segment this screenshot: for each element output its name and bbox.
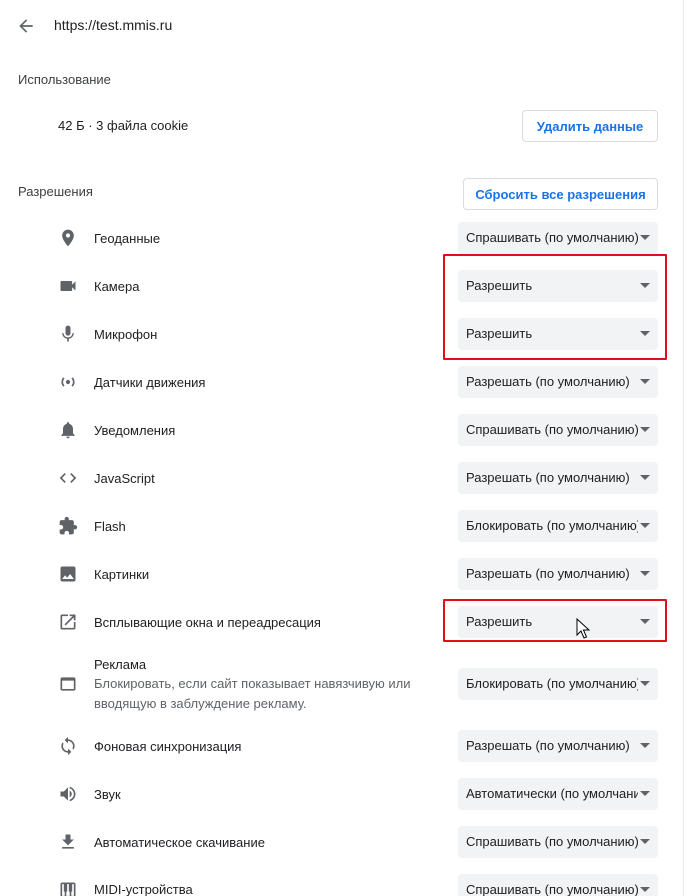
permission-label: MIDI-устройства — [94, 882, 193, 896]
volume-icon — [58, 784, 78, 804]
select-value: Спрашивать (по умолчанию) — [466, 422, 638, 437]
download-icon — [58, 832, 78, 852]
permission-select-flash[interactable]: Блокировать (по умолчанию) — [458, 510, 658, 542]
select-value: Блокировать (по умолчанию) — [466, 676, 638, 691]
usage-summary: 42 Б · 3 файла cookie — [58, 118, 189, 133]
permission-select-background-sync[interactable]: Разрешать (по умолчанию) — [458, 730, 658, 762]
permission-row-ads: Реклама Блокировать, если сайт показывае… — [0, 654, 687, 714]
dropdown-caret-icon — [640, 475, 650, 480]
dropdown-caret-icon — [640, 523, 650, 528]
sync-icon — [58, 736, 78, 756]
permission-select-location[interactable]: Спрашивать (по умолчанию) — [458, 222, 658, 254]
back-arrow-icon[interactable] — [16, 16, 36, 36]
permission-row-location: Геоданные Спрашивать (по умолчанию) — [0, 222, 687, 254]
permission-select-auto-downloads[interactable]: Спрашивать (по умолчанию) — [458, 826, 658, 858]
dropdown-caret-icon — [640, 887, 650, 892]
image-icon — [58, 564, 78, 584]
select-value: Разрешать (по умолчанию) — [466, 470, 630, 485]
dropdown-caret-icon — [640, 379, 650, 384]
usage-section-title: Использование — [18, 72, 111, 87]
piano-icon — [58, 880, 78, 896]
dropdown-caret-icon — [640, 681, 650, 686]
permission-sublabel: Блокировать, если сайт показывает навязч… — [94, 676, 411, 711]
select-value: Разрешать (по умолчанию) — [466, 738, 630, 753]
permission-select-images[interactable]: Разрешать (по умолчанию) — [458, 558, 658, 590]
mouse-cursor-icon — [576, 617, 591, 640]
microphone-icon — [58, 324, 78, 344]
permission-label: Датчики движения — [94, 375, 206, 390]
dropdown-caret-icon — [640, 743, 650, 748]
dropdown-caret-icon — [640, 571, 650, 576]
highlight-box-popups — [443, 599, 667, 642]
ads-icon — [58, 674, 78, 694]
permission-select-sound[interactable]: Автоматически (по умолчанию) — [458, 778, 658, 810]
permission-select-ads[interactable]: Блокировать (по умолчанию) — [458, 668, 658, 700]
permission-row-sound: Звук Автоматически (по умолчанию) — [0, 778, 687, 810]
highlight-box-camera-microphone — [443, 254, 667, 360]
permission-row-motion-sensors: Датчики движения Разрешать (по умолчанию… — [0, 366, 687, 398]
permission-row-auto-downloads: Автоматическое скачивание Спрашивать (по… — [0, 826, 687, 858]
permission-row-images: Картинки Разрешать (по умолчанию) — [0, 558, 687, 590]
motion-sensors-icon — [58, 372, 78, 392]
open-in-new-icon — [58, 612, 78, 632]
permission-label: JavaScript — [94, 471, 155, 486]
code-icon — [58, 468, 78, 488]
select-value: Блокировать (по умолчанию) — [466, 518, 638, 533]
permission-label: Реклама — [94, 657, 147, 672]
permission-label: Микрофон — [94, 327, 158, 342]
select-value: Спрашивать (по умолчанию) — [466, 230, 638, 245]
permission-row-javascript: JavaScript Разрешать (по умолчанию) — [0, 462, 687, 494]
permission-label: Автоматическое скачивание — [94, 835, 265, 850]
permission-label: Звук — [94, 787, 121, 802]
permission-select-midi[interactable]: Спрашивать (по умолчанию) — [458, 874, 658, 896]
permission-select-motion-sensors[interactable]: Разрешать (по умолчанию) — [458, 366, 658, 398]
permission-select-javascript[interactable]: Разрешать (по умолчанию) — [458, 462, 658, 494]
select-value: Автоматически (по умолчанию) — [466, 786, 638, 801]
dropdown-caret-icon — [640, 427, 650, 432]
permission-label: Уведомления — [94, 423, 176, 438]
permissions-section-title: Разрешения — [18, 184, 93, 199]
scrollbar-track[interactable] — [683, 0, 684, 896]
dropdown-caret-icon — [640, 235, 650, 240]
site-settings-header: https://test.mmis.ru — [0, 0, 687, 54]
puzzle-icon — [58, 516, 78, 536]
site-url: https://test.mmis.ru — [54, 17, 173, 33]
select-value: Разрешать (по умолчанию) — [466, 566, 630, 581]
bell-icon — [58, 420, 78, 440]
dropdown-caret-icon — [640, 839, 650, 844]
permission-label: Flash — [94, 519, 126, 534]
clear-data-button[interactable]: Удалить данные — [522, 110, 658, 142]
permission-label: Картинки — [94, 567, 150, 582]
permission-row-background-sync: Фоновая синхронизация Разрешать (по умол… — [0, 730, 687, 762]
permission-label: Всплывающие окна и переадресация — [94, 615, 321, 630]
select-value: Спрашивать (по умолчанию) — [466, 834, 638, 849]
permission-label: Фоновая синхронизация — [94, 739, 242, 754]
permission-label: Камера — [94, 279, 140, 294]
permission-label: Геоданные — [94, 231, 161, 246]
reset-permissions-button[interactable]: Сбросить все разрешения — [463, 178, 658, 210]
permission-row-flash: Flash Блокировать (по умолчанию) — [0, 510, 687, 542]
location-icon — [58, 228, 78, 248]
permission-row-notifications: Уведомления Спрашивать (по умолчанию) — [0, 414, 687, 446]
select-value: Разрешать (по умолчанию) — [466, 374, 630, 389]
dropdown-caret-icon — [640, 791, 650, 796]
camera-icon — [58, 276, 78, 296]
select-value: Спрашивать (по умолчанию) — [466, 882, 638, 896]
permission-select-notifications[interactable]: Спрашивать (по умолчанию) — [458, 414, 658, 446]
permission-row-midi: MIDI-устройства Спрашивать (по умолчанию… — [0, 874, 687, 896]
